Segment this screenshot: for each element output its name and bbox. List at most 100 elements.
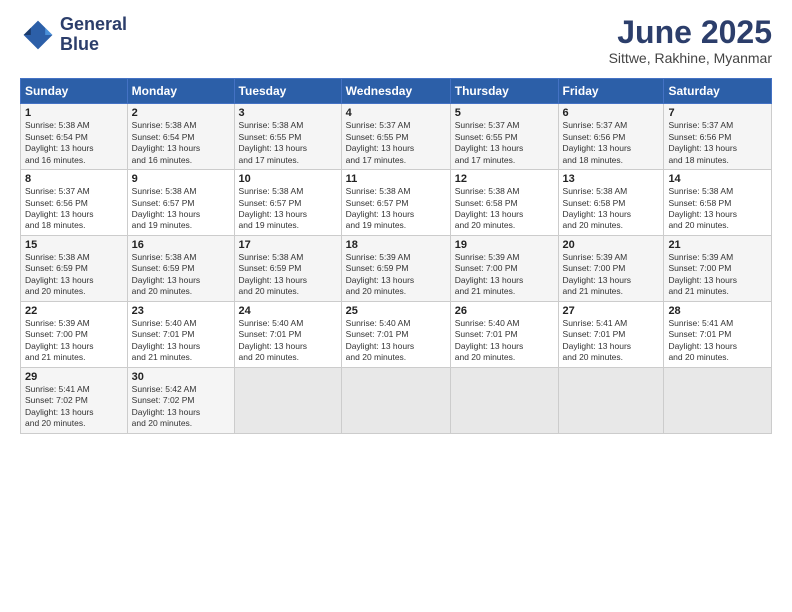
calendar-cell-w5-d4 [450,367,558,433]
day-number: 8 [25,173,123,185]
calendar-cell-w3-d3: 18Sunrise: 5:39 AM Sunset: 6:59 PM Dayli… [341,235,450,301]
calendar-cell-w1-d2: 3Sunrise: 5:38 AM Sunset: 6:55 PM Daylig… [234,104,341,170]
day-number: 17 [239,239,337,251]
calendar-cell-w2-d6: 14Sunrise: 5:38 AM Sunset: 6:58 PM Dayli… [664,170,772,236]
calendar-cell-w2-d1: 9Sunrise: 5:38 AM Sunset: 6:57 PM Daylig… [127,170,234,236]
header-saturday: Saturday [664,79,772,104]
calendar-cell-w1-d3: 4Sunrise: 5:37 AM Sunset: 6:55 PM Daylig… [341,104,450,170]
calendar-cell-w3-d6: 21Sunrise: 5:39 AM Sunset: 7:00 PM Dayli… [664,235,772,301]
day-number: 24 [239,305,337,317]
day-info: Sunrise: 5:42 AM Sunset: 7:02 PM Dayligh… [132,384,230,430]
day-number: 11 [346,173,446,185]
day-number: 10 [239,173,337,185]
day-info: Sunrise: 5:38 AM Sunset: 6:57 PM Dayligh… [346,186,446,232]
header: General Blue June 2025 Sittwe, Rakhine, … [20,15,772,66]
day-info: Sunrise: 5:41 AM Sunset: 7:02 PM Dayligh… [25,384,123,430]
day-number: 4 [346,107,446,119]
calendar-cell-w1-d5: 6Sunrise: 5:37 AM Sunset: 6:56 PM Daylig… [558,104,664,170]
day-number: 21 [668,239,767,251]
day-info: Sunrise: 5:38 AM Sunset: 6:55 PM Dayligh… [239,120,337,166]
header-thursday: Thursday [450,79,558,104]
day-number: 2 [132,107,230,119]
day-number: 27 [563,305,660,317]
day-number: 12 [455,173,554,185]
page: General Blue June 2025 Sittwe, Rakhine, … [0,0,792,612]
day-info: Sunrise: 5:37 AM Sunset: 6:55 PM Dayligh… [346,120,446,166]
calendar-cell-w4-d4: 26Sunrise: 5:40 AM Sunset: 7:01 PM Dayli… [450,301,558,367]
day-info: Sunrise: 5:38 AM Sunset: 6:54 PM Dayligh… [132,120,230,166]
calendar-week-4: 22Sunrise: 5:39 AM Sunset: 7:00 PM Dayli… [21,301,772,367]
logo-line2: Blue [60,35,127,55]
calendar-cell-w2-d5: 13Sunrise: 5:38 AM Sunset: 6:58 PM Dayli… [558,170,664,236]
day-number: 28 [668,305,767,317]
header-sunday: Sunday [21,79,128,104]
day-number: 19 [455,239,554,251]
day-number: 18 [346,239,446,251]
day-info: Sunrise: 5:38 AM Sunset: 6:54 PM Dayligh… [25,120,123,166]
day-number: 9 [132,173,230,185]
calendar-cell-w3-d4: 19Sunrise: 5:39 AM Sunset: 7:00 PM Dayli… [450,235,558,301]
day-info: Sunrise: 5:40 AM Sunset: 7:01 PM Dayligh… [346,318,446,364]
day-number: 29 [25,371,123,383]
day-number: 13 [563,173,660,185]
day-info: Sunrise: 5:40 AM Sunset: 7:01 PM Dayligh… [239,318,337,364]
calendar-cell-w1-d4: 5Sunrise: 5:37 AM Sunset: 6:55 PM Daylig… [450,104,558,170]
header-tuesday: Tuesday [234,79,341,104]
day-info: Sunrise: 5:37 AM Sunset: 6:56 PM Dayligh… [563,120,660,166]
calendar-table: Sunday Monday Tuesday Wednesday Thursday… [20,78,772,433]
day-info: Sunrise: 5:39 AM Sunset: 6:59 PM Dayligh… [346,252,446,298]
logo-line1: General [60,15,127,35]
day-info: Sunrise: 5:37 AM Sunset: 6:55 PM Dayligh… [455,120,554,166]
day-info: Sunrise: 5:37 AM Sunset: 6:56 PM Dayligh… [25,186,123,232]
day-info: Sunrise: 5:39 AM Sunset: 7:00 PM Dayligh… [563,252,660,298]
calendar-cell-w5-d3 [341,367,450,433]
calendar-cell-w3-d0: 15Sunrise: 5:38 AM Sunset: 6:59 PM Dayli… [21,235,128,301]
logo-text: General Blue [60,15,127,55]
day-info: Sunrise: 5:40 AM Sunset: 7:01 PM Dayligh… [455,318,554,364]
calendar-cell-w1-d0: 1Sunrise: 5:38 AM Sunset: 6:54 PM Daylig… [21,104,128,170]
calendar-week-3: 15Sunrise: 5:38 AM Sunset: 6:59 PM Dayli… [21,235,772,301]
calendar-cell-w3-d2: 17Sunrise: 5:38 AM Sunset: 6:59 PM Dayli… [234,235,341,301]
calendar-week-1: 1Sunrise: 5:38 AM Sunset: 6:54 PM Daylig… [21,104,772,170]
day-number: 15 [25,239,123,251]
day-info: Sunrise: 5:38 AM Sunset: 6:57 PM Dayligh… [132,186,230,232]
calendar-cell-w4-d1: 23Sunrise: 5:40 AM Sunset: 7:01 PM Dayli… [127,301,234,367]
day-info: Sunrise: 5:39 AM Sunset: 7:00 PM Dayligh… [455,252,554,298]
header-friday: Friday [558,79,664,104]
day-info: Sunrise: 5:38 AM Sunset: 6:59 PM Dayligh… [239,252,337,298]
day-info: Sunrise: 5:40 AM Sunset: 7:01 PM Dayligh… [132,318,230,364]
day-info: Sunrise: 5:38 AM Sunset: 6:58 PM Dayligh… [563,186,660,232]
calendar-cell-w1-d1: 2Sunrise: 5:38 AM Sunset: 6:54 PM Daylig… [127,104,234,170]
day-number: 5 [455,107,554,119]
day-info: Sunrise: 5:38 AM Sunset: 6:58 PM Dayligh… [455,186,554,232]
day-number: 7 [668,107,767,119]
day-info: Sunrise: 5:38 AM Sunset: 6:57 PM Dayligh… [239,186,337,232]
day-info: Sunrise: 5:41 AM Sunset: 7:01 PM Dayligh… [563,318,660,364]
day-number: 20 [563,239,660,251]
calendar-week-2: 8Sunrise: 5:37 AM Sunset: 6:56 PM Daylig… [21,170,772,236]
day-number: 25 [346,305,446,317]
day-number: 3 [239,107,337,119]
header-monday: Monday [127,79,234,104]
calendar-cell-w5-d0: 29Sunrise: 5:41 AM Sunset: 7:02 PM Dayli… [21,367,128,433]
calendar-cell-w3-d1: 16Sunrise: 5:38 AM Sunset: 6:59 PM Dayli… [127,235,234,301]
location-subtitle: Sittwe, Rakhine, Myanmar [609,50,772,66]
calendar-cell-w2-d4: 12Sunrise: 5:38 AM Sunset: 6:58 PM Dayli… [450,170,558,236]
day-number: 23 [132,305,230,317]
day-info: Sunrise: 5:38 AM Sunset: 6:58 PM Dayligh… [668,186,767,232]
day-info: Sunrise: 5:39 AM Sunset: 7:00 PM Dayligh… [25,318,123,364]
title-block: June 2025 Sittwe, Rakhine, Myanmar [609,15,772,66]
logo: General Blue [20,15,127,55]
day-info: Sunrise: 5:39 AM Sunset: 7:00 PM Dayligh… [668,252,767,298]
day-info: Sunrise: 5:41 AM Sunset: 7:01 PM Dayligh… [668,318,767,364]
day-info: Sunrise: 5:38 AM Sunset: 6:59 PM Dayligh… [25,252,123,298]
calendar-cell-w2-d0: 8Sunrise: 5:37 AM Sunset: 6:56 PM Daylig… [21,170,128,236]
day-number: 16 [132,239,230,251]
calendar-cell-w1-d6: 7Sunrise: 5:37 AM Sunset: 6:56 PM Daylig… [664,104,772,170]
calendar-cell-w2-d2: 10Sunrise: 5:38 AM Sunset: 6:57 PM Dayli… [234,170,341,236]
calendar-week-5: 29Sunrise: 5:41 AM Sunset: 7:02 PM Dayli… [21,367,772,433]
calendar-cell-w5-d1: 30Sunrise: 5:42 AM Sunset: 7:02 PM Dayli… [127,367,234,433]
day-info: Sunrise: 5:37 AM Sunset: 6:56 PM Dayligh… [668,120,767,166]
calendar-cell-w5-d6 [664,367,772,433]
day-info: Sunrise: 5:38 AM Sunset: 6:59 PM Dayligh… [132,252,230,298]
